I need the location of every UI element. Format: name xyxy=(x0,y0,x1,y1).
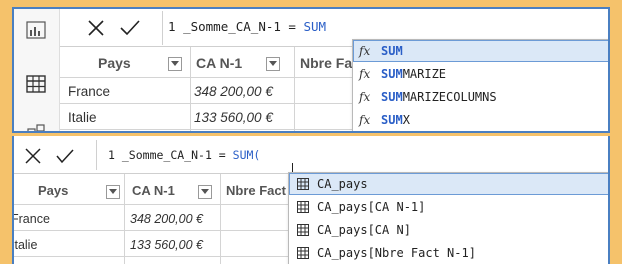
suggestion-match: SUM xyxy=(381,90,403,104)
top-screenshot-panel: 1 _Somme_CA_N-1 = SUM Pays CA N-1 Nbre F… xyxy=(12,7,610,133)
suggestion-match: SUM xyxy=(381,113,403,127)
function-icon: fx xyxy=(359,44,371,58)
formula-divider xyxy=(96,140,97,170)
formula-line-number: 1 xyxy=(108,148,115,162)
suggestion-label: CA_pays[CA N-1] xyxy=(317,200,426,214)
formula-divider xyxy=(162,11,163,45)
column-header-ca[interactable]: CA N-1 xyxy=(196,55,242,71)
cell-pays: France xyxy=(12,212,50,226)
filter-dropdown-icon[interactable] xyxy=(168,57,182,71)
suggestion-match: SUM xyxy=(381,67,403,81)
suggestion-match: SUM xyxy=(381,44,403,58)
table-view-icon[interactable] xyxy=(26,75,46,93)
table-icon xyxy=(297,178,309,190)
suggestion-column[interactable]: CA_pays[CA N] xyxy=(289,219,608,241)
commit-icon[interactable] xyxy=(54,145,76,167)
cell-ca: 348 200,00 € xyxy=(130,212,203,226)
formula-line-number: 1 xyxy=(168,19,176,34)
autocomplete-list: fx SUM fx SUM MARIZE fx SUM MARIZECOLUMNS fx S… xyxy=(352,39,608,131)
cell-ca: 133 560,00 € xyxy=(194,110,273,125)
function-icon: fx xyxy=(359,90,371,104)
column-divider xyxy=(190,47,191,131)
autocomplete-list: CA_pays CA_pays[CA N-1] CA_pays[CA N] CA… xyxy=(288,172,608,264)
cell-pays: Italie xyxy=(12,238,38,252)
column-header-nbre-fact[interactable]: Nbre Fact xyxy=(226,183,286,198)
function-icon: fx xyxy=(359,67,371,81)
suggestion-rest: MARIZECOLUMNS xyxy=(402,90,497,104)
cell-pays: Italie xyxy=(68,110,97,125)
suggestion-column[interactable]: CA_pays[CA N-1] xyxy=(289,196,608,218)
suggestion-label: CA_pays xyxy=(317,177,368,191)
suggestion-label: CA_pays[Nbre Fact N-1] xyxy=(317,246,476,260)
formula-prefix: _Somme_CA_N-1 = xyxy=(121,148,233,162)
column-divider xyxy=(124,174,125,264)
cell-ca: 133 560,00 € xyxy=(130,238,203,252)
commit-icon[interactable] xyxy=(118,16,142,40)
filter-dropdown-icon[interactable] xyxy=(106,185,120,199)
suggestion-label: CA_pays[CA N] xyxy=(317,223,411,237)
formula-input[interactable]: 1 _Somme_CA_N-1 = SUM( xyxy=(108,148,260,162)
formula-prefix: _Somme_CA_N-1 = xyxy=(183,19,304,34)
model-view-icon[interactable] xyxy=(26,123,46,131)
column-divider xyxy=(220,174,221,264)
cancel-icon[interactable] xyxy=(22,145,44,167)
formula-keyword: SUM xyxy=(303,19,327,34)
suggestion-summarize[interactable]: fx SUM MARIZE xyxy=(353,63,608,85)
suggestion-column[interactable]: CA_pays[Nbre Fact N-1] xyxy=(289,242,608,264)
cell-ca: 348 200,00 € xyxy=(194,84,273,99)
suggestion-sum[interactable]: fx SUM xyxy=(353,40,608,62)
table-icon xyxy=(297,224,309,236)
table-icon xyxy=(297,247,309,259)
column-divider xyxy=(294,47,295,131)
cell-pays: France xyxy=(68,84,111,99)
function-icon: fx xyxy=(359,113,371,127)
view-rail xyxy=(14,9,60,131)
report-view-icon[interactable] xyxy=(26,21,46,39)
suggestion-rest: X xyxy=(402,113,410,127)
cancel-icon[interactable] xyxy=(84,16,108,40)
formula-input[interactable]: 1 _Somme_CA_N-1 = SUM xyxy=(168,19,326,34)
suggestion-table[interactable]: CA_pays xyxy=(289,173,608,195)
formula-bar xyxy=(14,136,608,174)
suggestion-summarizecolumns[interactable]: fx SUM MARIZECOLUMNS xyxy=(353,86,608,108)
table-icon xyxy=(297,201,309,213)
filter-dropdown-icon[interactable] xyxy=(198,185,212,199)
column-header-pays[interactable]: Pays xyxy=(38,183,68,198)
column-header-pays[interactable]: Pays xyxy=(98,55,131,71)
bottom-screenshot-panel: 1 _Somme_CA_N-1 = SUM( Pays CA N-1 Nbre … xyxy=(12,136,610,264)
column-header-ca[interactable]: CA N-1 xyxy=(132,183,175,198)
suggestion-rest: MARIZE xyxy=(402,67,447,81)
suggestion-sumx[interactable]: fx SUM X xyxy=(353,109,608,131)
filter-dropdown-icon[interactable] xyxy=(266,57,280,71)
formula-keyword: SUM( xyxy=(232,148,261,162)
